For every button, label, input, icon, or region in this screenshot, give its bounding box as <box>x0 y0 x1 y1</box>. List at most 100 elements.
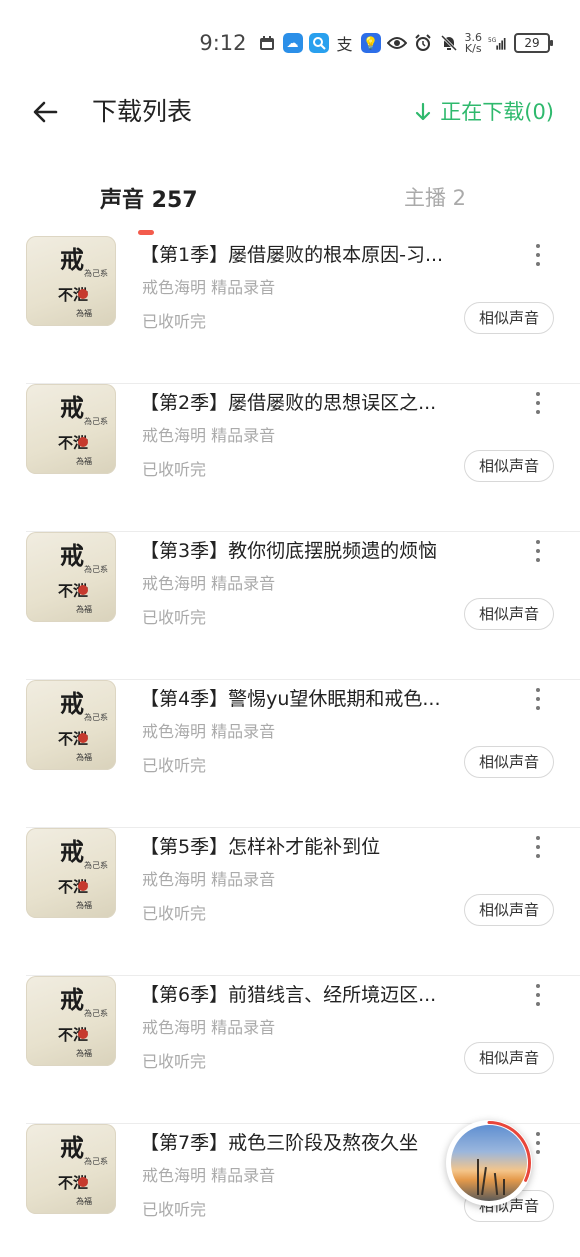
seal-stamp <box>78 585 88 595</box>
seal-stamp <box>78 289 88 299</box>
list-item[interactable]: 戒 為己系 不泄 為福 【第1季】屡借屡败的根本原因-习... 戒色海明 精品录… <box>0 236 580 384</box>
cover-char-bottom: 為福 <box>76 605 92 614</box>
cover-char-bottom: 為福 <box>76 753 92 762</box>
similar-sounds-button[interactable]: 相似声音 <box>464 302 554 334</box>
tab-bar: 声音 257 主播 2 <box>0 172 580 235</box>
track-album: 戒色海明 精品录音 <box>142 722 276 741</box>
cover-char-small: 為己系 <box>84 713 108 722</box>
track-title: 【第6季】前猎线言、经所境迈区... <box>140 984 437 1006</box>
list-item[interactable]: 戒 為己系 不泄 為福 【第2季】屡借屡败的思想误区之... 戒色海明 精品录音… <box>0 384 580 532</box>
seal-stamp <box>78 1029 88 1039</box>
track-album: 戒色海明 精品录音 <box>142 426 276 445</box>
track-title: 【第3季】教你彻底摆脱频遗的烦恼 <box>140 540 438 562</box>
more-options-icon[interactable] <box>530 244 546 266</box>
track-album: 戒色海明 精品录音 <box>142 870 276 889</box>
listen-status: 已收听完 <box>142 460 207 479</box>
cover-char-small: 為己系 <box>84 269 108 278</box>
track-album: 戒色海明 精品录音 <box>142 574 276 593</box>
floating-player[interactable] <box>446 1120 532 1206</box>
similar-sounds-button[interactable]: 相似声音 <box>464 1042 554 1074</box>
more-options-icon[interactable] <box>530 540 546 562</box>
seal-stamp <box>78 733 88 743</box>
app-header: 下载列表 正在下载(0) <box>0 86 580 142</box>
track-cover-image: 戒 為己系 不泄 為福 <box>26 384 116 474</box>
cover-char-small: 為己系 <box>84 1157 108 1166</box>
track-cover-image: 戒 為己系 不泄 為福 <box>26 680 116 770</box>
cover-char-bottom: 為福 <box>76 457 92 466</box>
status-bar: 9:12 ☁ 支 💡 3.6 K/s 5G 29 <box>0 0 580 86</box>
more-options-icon[interactable] <box>530 984 546 1006</box>
listen-status: 已收听完 <box>142 608 207 627</box>
bulb-app-icon: 💡 <box>360 33 381 53</box>
battery-icon: 29 <box>514 33 553 53</box>
more-options-icon[interactable] <box>530 688 546 710</box>
list-item[interactable]: 戒 為己系 不泄 為福 【第3季】教你彻底摆脱频遗的烦恼 戒色海明 精品录音 已… <box>0 532 580 680</box>
track-title: 【第2季】屡借屡败的思想误区之... <box>140 392 437 414</box>
more-options-icon[interactable] <box>530 392 546 414</box>
search-app-icon <box>308 33 329 53</box>
list-item[interactable]: 戒 為己系 不泄 為福 【第5季】怎样补才能补到位 戒色海明 精品录音 已收听完… <box>0 828 580 976</box>
cover-char-bottom: 為福 <box>76 309 92 318</box>
cover-char-small: 為己系 <box>84 565 108 574</box>
weather-app-icon: ☁ <box>282 33 303 53</box>
downloading-label: 正在下载(0) <box>440 100 554 124</box>
seal-stamp <box>78 1177 88 1187</box>
cover-char-small: 為己系 <box>84 1009 108 1018</box>
signal-icon: 5G <box>488 33 508 53</box>
player-progress-ring <box>447 1121 531 1205</box>
download-list: 戒 為己系 不泄 為福 【第1季】屡借屡败的根本原因-习... 戒色海明 精品录… <box>0 236 580 1257</box>
similar-sounds-button[interactable]: 相似声音 <box>464 746 554 778</box>
cover-char-main: 戒 <box>60 1133 84 1162</box>
tab-sounds[interactable]: 声音 257 <box>100 182 198 214</box>
listen-status: 已收听完 <box>142 312 207 331</box>
list-item[interactable]: 戒 為己系 不泄 為福 【第4季】警惕yu望休眠期和戒色... 戒色海明 精品录… <box>0 680 580 828</box>
tab-indicator <box>138 230 154 235</box>
listen-status: 已收听完 <box>142 1052 207 1071</box>
cover-char-bottom: 為福 <box>76 1197 92 1206</box>
downloading-button[interactable]: 正在下载(0) <box>414 96 554 128</box>
seal-stamp <box>78 881 88 891</box>
track-album: 戒色海明 精品录音 <box>142 1166 276 1185</box>
listen-status: 已收听完 <box>142 756 207 775</box>
track-album: 戒色海明 精品录音 <box>142 278 276 297</box>
cover-char-main: 戒 <box>60 393 84 422</box>
list-item[interactable]: 戒 為己系 不泄 為福 【第6季】前猎线言、经所境迈区... 戒色海明 精品录音… <box>0 976 580 1124</box>
cover-char-main: 戒 <box>60 837 84 866</box>
cover-char-bottom: 為福 <box>76 901 92 910</box>
track-title: 【第7季】戒色三阶段及熬夜久坐 <box>140 1132 419 1154</box>
more-options-icon[interactable] <box>530 836 546 858</box>
listen-status: 已收听完 <box>142 1200 207 1219</box>
more-options-icon[interactable] <box>530 1132 546 1154</box>
track-title: 【第4季】警惕yu望休眠期和戒色... <box>140 688 441 710</box>
speed-unit: K/s <box>464 42 482 55</box>
cover-char-bottom: 為福 <box>76 1049 92 1058</box>
calendar-icon <box>257 33 277 53</box>
status-time: 9:12 <box>199 31 247 55</box>
svg-text:5G: 5G <box>488 38 497 44</box>
track-cover-image: 戒 為己系 不泄 為福 <box>26 236 116 326</box>
similar-sounds-button[interactable]: 相似声音 <box>464 598 554 630</box>
cover-char-main: 戒 <box>60 245 84 274</box>
page-title: 下载列表 <box>92 97 193 126</box>
cover-char-main: 戒 <box>60 985 84 1014</box>
track-title: 【第5季】怎样补才能补到位 <box>140 836 381 858</box>
similar-sounds-button[interactable]: 相似声音 <box>464 894 554 926</box>
track-album: 戒色海明 精品录音 <box>142 1018 276 1037</box>
network-speed: 3.6 K/s <box>465 32 483 54</box>
download-arrow-icon <box>416 102 431 121</box>
cover-char-small: 為己系 <box>84 417 108 426</box>
track-cover-image: 戒 為己系 不泄 為福 <box>26 532 116 622</box>
cover-char-small: 為己系 <box>84 861 108 870</box>
alipay-icon: 支 <box>336 35 353 54</box>
track-title: 【第1季】屡借屡败的根本原因-习... <box>140 244 444 266</box>
tab-hosts[interactable]: 主播 2 <box>404 182 466 212</box>
mute-bell-icon <box>439 33 459 53</box>
cover-char-main: 戒 <box>60 541 84 570</box>
eye-icon <box>386 33 407 53</box>
track-cover-image: 戒 為己系 不泄 為福 <box>26 828 116 918</box>
back-arrow-icon[interactable] <box>30 96 62 128</box>
track-cover-image: 戒 為己系 不泄 為福 <box>26 1124 116 1214</box>
seal-stamp <box>78 437 88 447</box>
cover-char-main: 戒 <box>60 689 84 718</box>
similar-sounds-button[interactable]: 相似声音 <box>464 450 554 482</box>
